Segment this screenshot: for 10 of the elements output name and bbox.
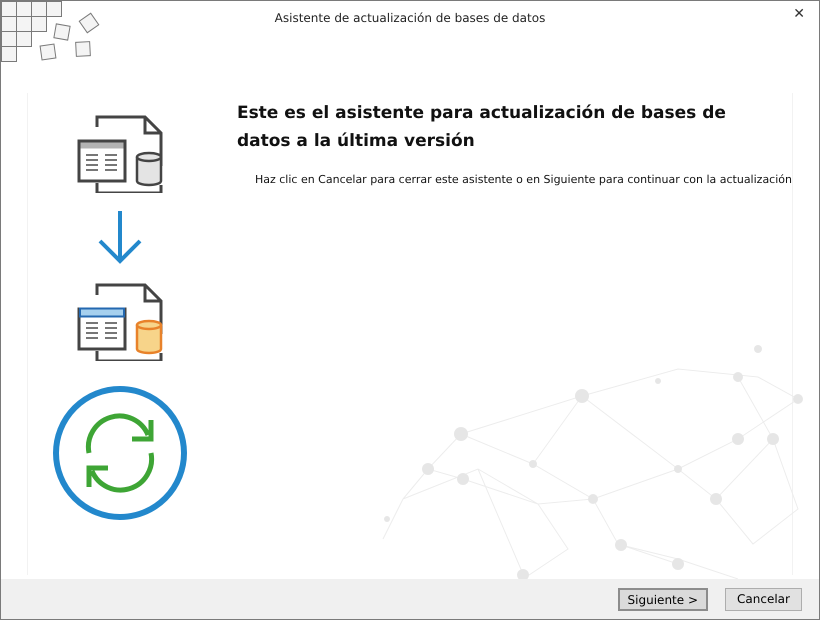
next-button[interactable]: Siguiente > (618, 588, 708, 610)
window-title: Asistente de actualización de bases de datos (274, 10, 546, 27)
wizard-heading: Este es el asistente para actualización de bases de datos a la última versión (236, 102, 727, 153)
cancel-button[interactable]: Cancelar (725, 588, 802, 610)
instruction-text: Haz clic en Cancelar para cerrar este asistente o en Siguiente para continuar con la actualización (254, 172, 792, 188)
database-document-icon (76, 281, 163, 361)
refresh-icon (52, 385, 188, 521)
down-arrow-icon (96, 209, 143, 265)
close-button[interactable]: ✕ (787, 3, 811, 26)
database-document-icon (76, 113, 163, 193)
